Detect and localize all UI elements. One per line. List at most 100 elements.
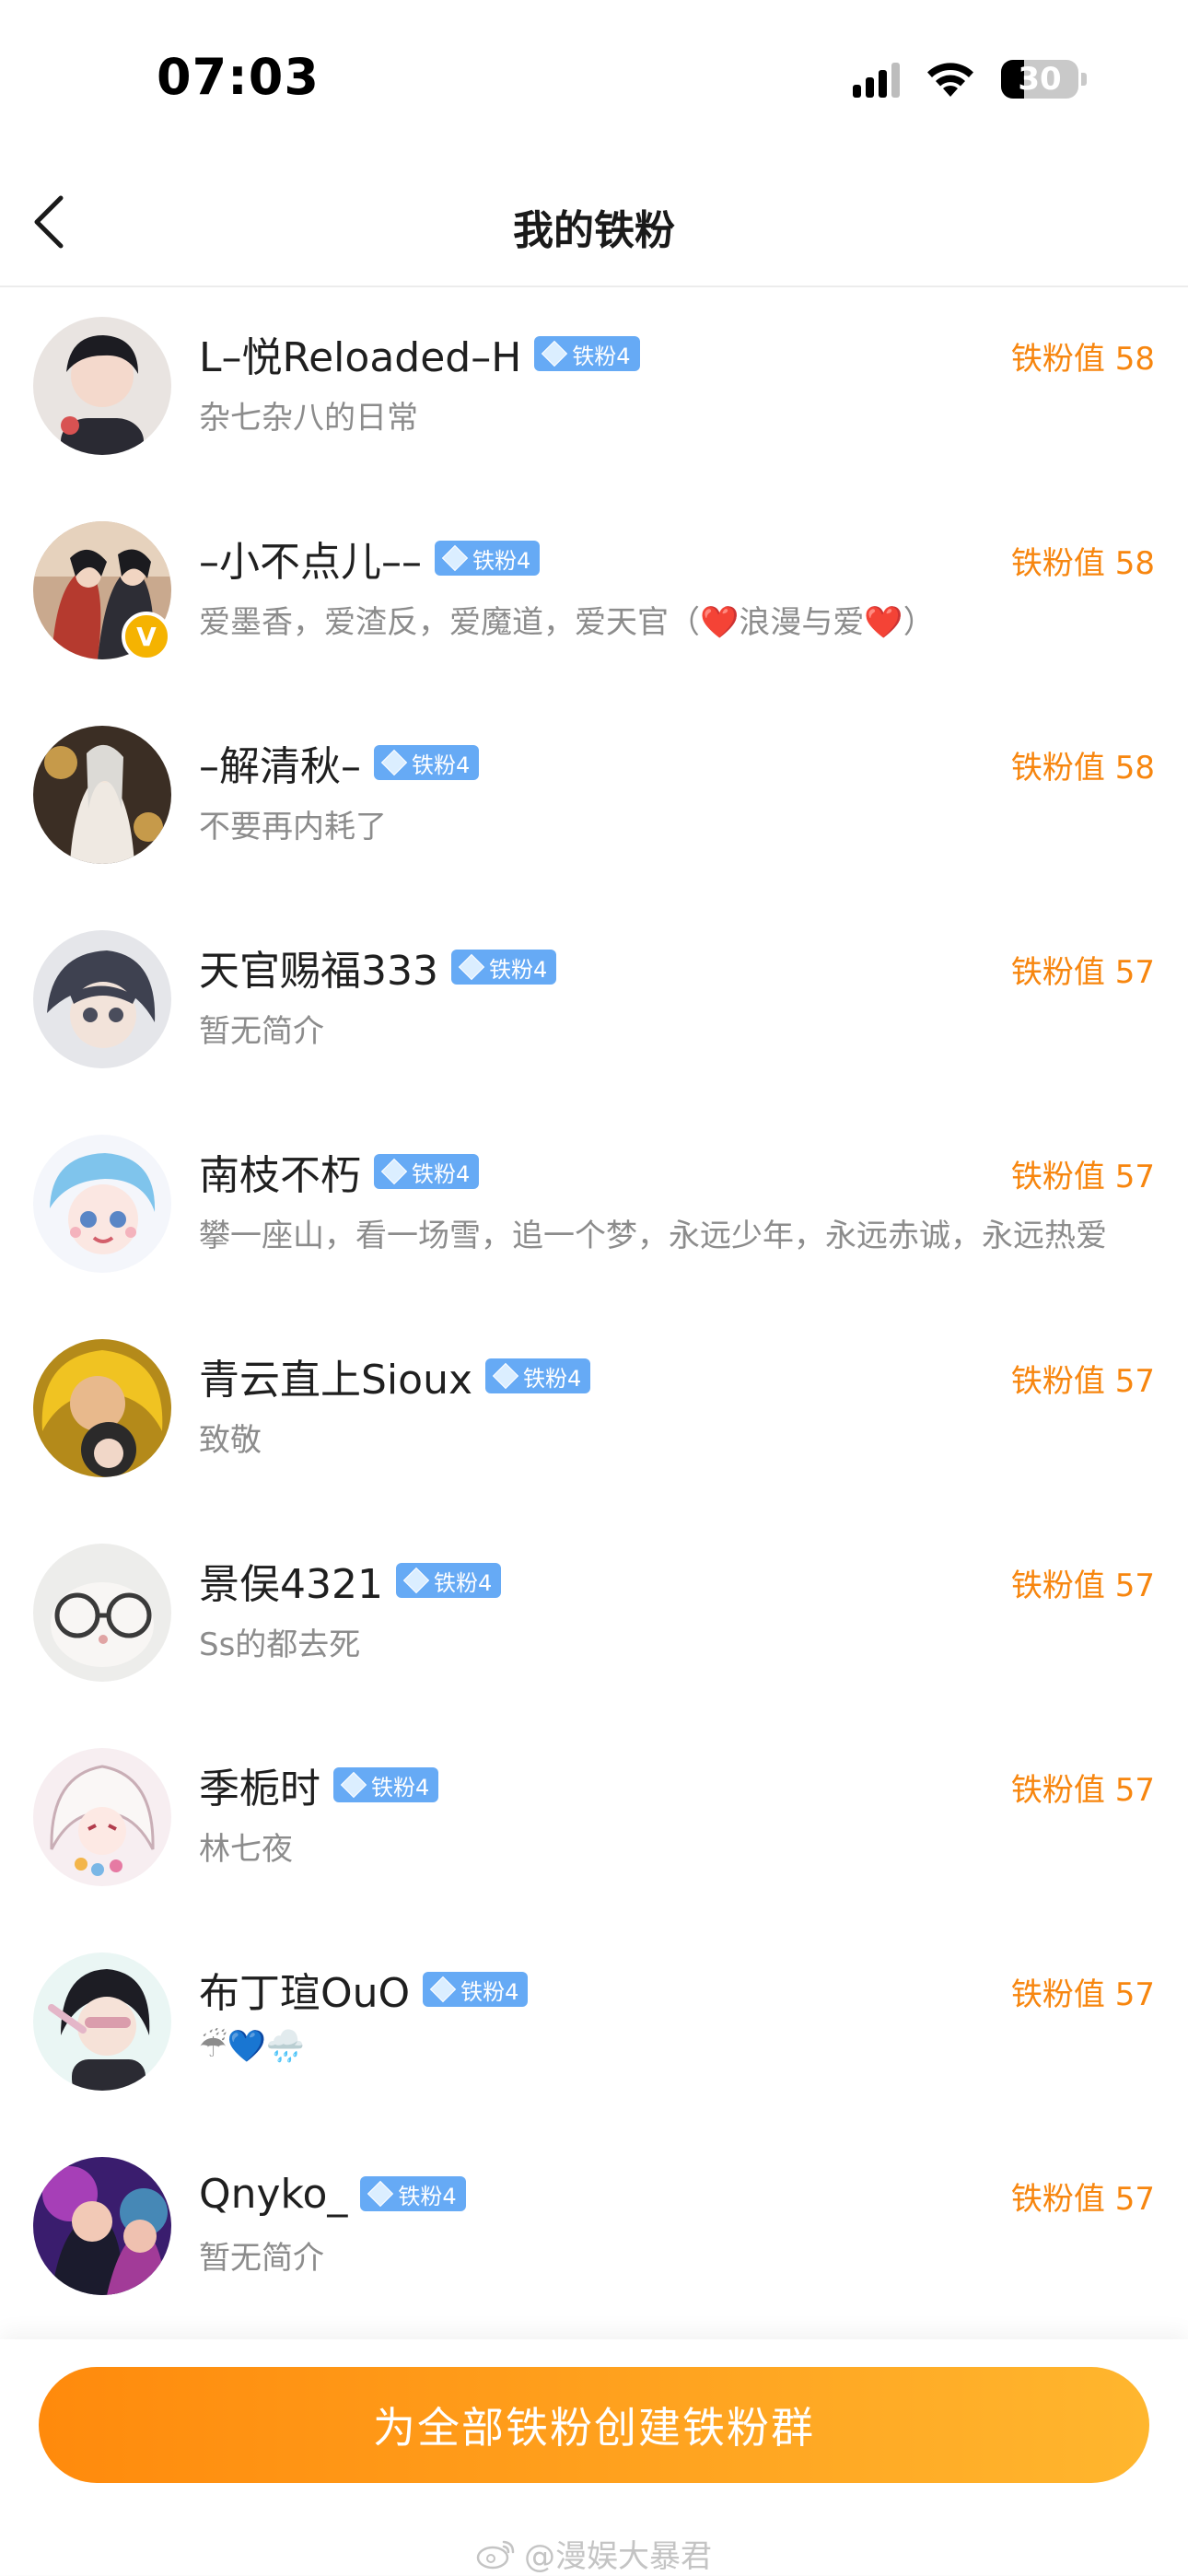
level-badge: 铁粉4 — [534, 336, 640, 371]
level-badge-label: 铁粉4 — [412, 752, 471, 778]
fan-list-item[interactable]: 南枝不朽 铁粉4 攀一座山，看一场雪，追一个梦，永远少年，永远赤诚，永远热爱 铁… — [0, 1105, 1188, 1310]
fan-name[interactable]: –解清秋– — [199, 733, 361, 792]
fan-score-value: 57 — [1114, 1568, 1155, 1604]
avatar[interactable] — [33, 317, 171, 455]
fan-score: 铁粉值 57 — [1011, 1560, 1155, 1605]
fan-list-item[interactable]: 布丁瑄OuO 铁粉4 ☔💙🌧️ 铁粉值 57 — [0, 1923, 1188, 2127]
level-badge-label: 铁粉4 — [398, 2183, 457, 2209]
fan-name[interactable]: 季栀时 — [199, 1755, 320, 1814]
status-bar: 07:03 30 — [0, 0, 1188, 157]
fan-score: 铁粉值 58 — [1011, 333, 1155, 379]
diamond-icon — [402, 1567, 430, 1594]
fan-bio: 致敬 — [199, 1422, 262, 1459]
battery-icon: 30 — [1001, 60, 1087, 99]
avatar[interactable] — [33, 1339, 171, 1477]
avatar[interactable] — [33, 1952, 171, 2091]
fan-score: 铁粉值 58 — [1011, 742, 1155, 787]
fan-list-item[interactable]: V –小不点儿–– 铁粉4 爱墨香，爱渣反，爱魔道，爱天官（❤️浪漫与爱❤️） … — [0, 492, 1188, 696]
status-icons: 30 — [853, 53, 1087, 105]
create-fan-group-button[interactable]: 为全部铁粉创建铁粉群 — [39, 2367, 1149, 2483]
level-badge: 铁粉4 — [423, 1972, 529, 2007]
diamond-icon — [458, 953, 485, 981]
fan-score-value: 58 — [1114, 545, 1155, 582]
fan-name[interactable]: 景俣4321 — [199, 1551, 383, 1610]
heart-icon: ❤️ — [864, 604, 903, 641]
fan-score: 铁粉值 57 — [1011, 1356, 1155, 1401]
diamond-icon — [367, 2180, 394, 2208]
fan-list-item[interactable]: Qnyko_ 铁粉4 暂无简介 铁粉值 57 — [0, 2127, 1188, 2332]
level-badge: 铁粉4 — [395, 1563, 502, 1598]
level-badge-label: 铁粉4 — [460, 1978, 519, 2005]
heart-icon: ❤️ — [700, 604, 740, 641]
fan-list-item[interactable]: L–悦Reloaded–H 铁粉4 杂七杂八的日常 铁粉值 58 — [0, 287, 1188, 492]
level-badge-label: 铁粉4 — [472, 547, 531, 574]
fan-score-label: 铁粉值 — [1010, 750, 1105, 787]
verified-badge-icon: V — [122, 612, 171, 661]
fan-list-item[interactable]: 青云直上Sioux 铁粉4 致敬 铁粉值 57 — [0, 1310, 1188, 1514]
fan-score: 铁粉值 57 — [1011, 1151, 1155, 1196]
fan-bio: 爱墨香，爱渣反，爱魔道，爱天官（❤️浪漫与爱❤️） — [199, 604, 935, 641]
weibo-logo-icon — [476, 2540, 515, 2569]
fan-score-value: 57 — [1114, 1772, 1155, 1809]
fan-score: 铁粉值 57 — [1011, 1969, 1155, 2014]
fan-bio: ☔💙🌧️ — [199, 2028, 306, 2065]
fan-score: 铁粉值 58 — [1011, 538, 1155, 583]
fan-name[interactable]: –小不点儿–– — [199, 529, 422, 588]
fan-bio: 杂七杂八的日常 — [199, 400, 418, 437]
avatar[interactable] — [33, 1748, 171, 1886]
nav-bar: 我的铁粉 — [0, 157, 1188, 287]
fan-list-item[interactable]: 景俣4321 铁粉4 Ss的都去死 铁粉值 57 — [0, 1514, 1188, 1719]
fan-name[interactable]: 青云直上Sioux — [199, 1346, 472, 1405]
fan-bio: 暂无简介 — [199, 2240, 324, 2277]
diamond-icon — [430, 1976, 457, 2003]
fan-name[interactable]: 布丁瑄OuO — [199, 1960, 410, 2019]
fan-name[interactable]: 天官赐福333 — [199, 938, 438, 997]
fan-name[interactable]: Qnyko_ — [199, 2171, 347, 2218]
fan-bio: Ss的都去死 — [199, 1626, 361, 1663]
diamond-icon — [340, 1771, 367, 1799]
fan-score-value: 57 — [1114, 1159, 1155, 1195]
fan-score-label: 铁粉值 — [1010, 545, 1105, 582]
battery-level-text: 30 — [1018, 61, 1062, 98]
fan-score-label: 铁粉值 — [1010, 1568, 1105, 1604]
fan-score: 铁粉值 57 — [1011, 2174, 1155, 2219]
fan-bio: 不要再内耗了 — [199, 809, 387, 845]
avatar[interactable] — [33, 726, 171, 864]
level-badge-label: 铁粉4 — [572, 343, 631, 369]
avatar[interactable] — [33, 2157, 171, 2295]
level-badge-label: 铁粉4 — [412, 1160, 471, 1187]
fan-score-value: 58 — [1114, 750, 1155, 787]
fan-name[interactable]: L–悦Reloaded–H — [199, 324, 521, 383]
diamond-icon — [380, 749, 408, 776]
avatar[interactable] — [33, 1135, 171, 1273]
fan-score: 铁粉值 57 — [1011, 1765, 1155, 1810]
fan-name[interactable]: 南枝不朽 — [199, 1142, 361, 1201]
page-title: 我的铁粉 — [513, 207, 675, 254]
level-badge-label: 铁粉4 — [371, 1774, 430, 1801]
level-badge: 铁粉4 — [450, 950, 557, 985]
diamond-icon — [492, 1362, 519, 1390]
fan-list-item[interactable]: 季栀时 铁粉4 林七夜 铁粉值 57 — [0, 1719, 1188, 1923]
fan-list-item[interactable]: 天官赐福333 铁粉4 暂无简介 铁粉值 57 — [0, 901, 1188, 1105]
fan-score: 铁粉值 57 — [1011, 947, 1155, 992]
level-badge: 铁粉4 — [374, 1154, 480, 1189]
avatar[interactable] — [33, 1544, 171, 1682]
avatar[interactable] — [33, 930, 171, 1068]
level-badge: 铁粉4 — [485, 1358, 591, 1393]
fan-score-label: 铁粉值 — [1010, 954, 1105, 991]
fan-score-label: 铁粉值 — [1010, 1363, 1105, 1400]
diamond-icon — [441, 544, 469, 572]
fan-bio: 暂无简介 — [199, 1013, 324, 1050]
fan-list: L–悦Reloaded–H 铁粉4 杂七杂八的日常 铁粉值 58 V –小不点儿… — [0, 287, 1188, 2332]
level-badge-label: 铁粉4 — [433, 1569, 493, 1596]
level-badge: 铁粉4 — [435, 541, 541, 576]
fan-list-item[interactable]: –解清秋– 铁粉4 不要再内耗了 铁粉值 58 — [0, 696, 1188, 901]
fan-score-value: 57 — [1114, 1363, 1155, 1400]
diamond-icon — [380, 1158, 408, 1185]
fan-score-label: 铁粉值 — [1010, 341, 1105, 378]
wifi-icon — [927, 63, 973, 97]
fan-score-value: 57 — [1114, 2181, 1155, 2218]
level-badge-label: 铁粉4 — [488, 956, 548, 983]
level-badge: 铁粉4 — [360, 2176, 466, 2211]
bottom-action-bar: 为全部铁粉创建铁粉群 @漫娱大暴君 — [0, 2339, 1188, 2575]
